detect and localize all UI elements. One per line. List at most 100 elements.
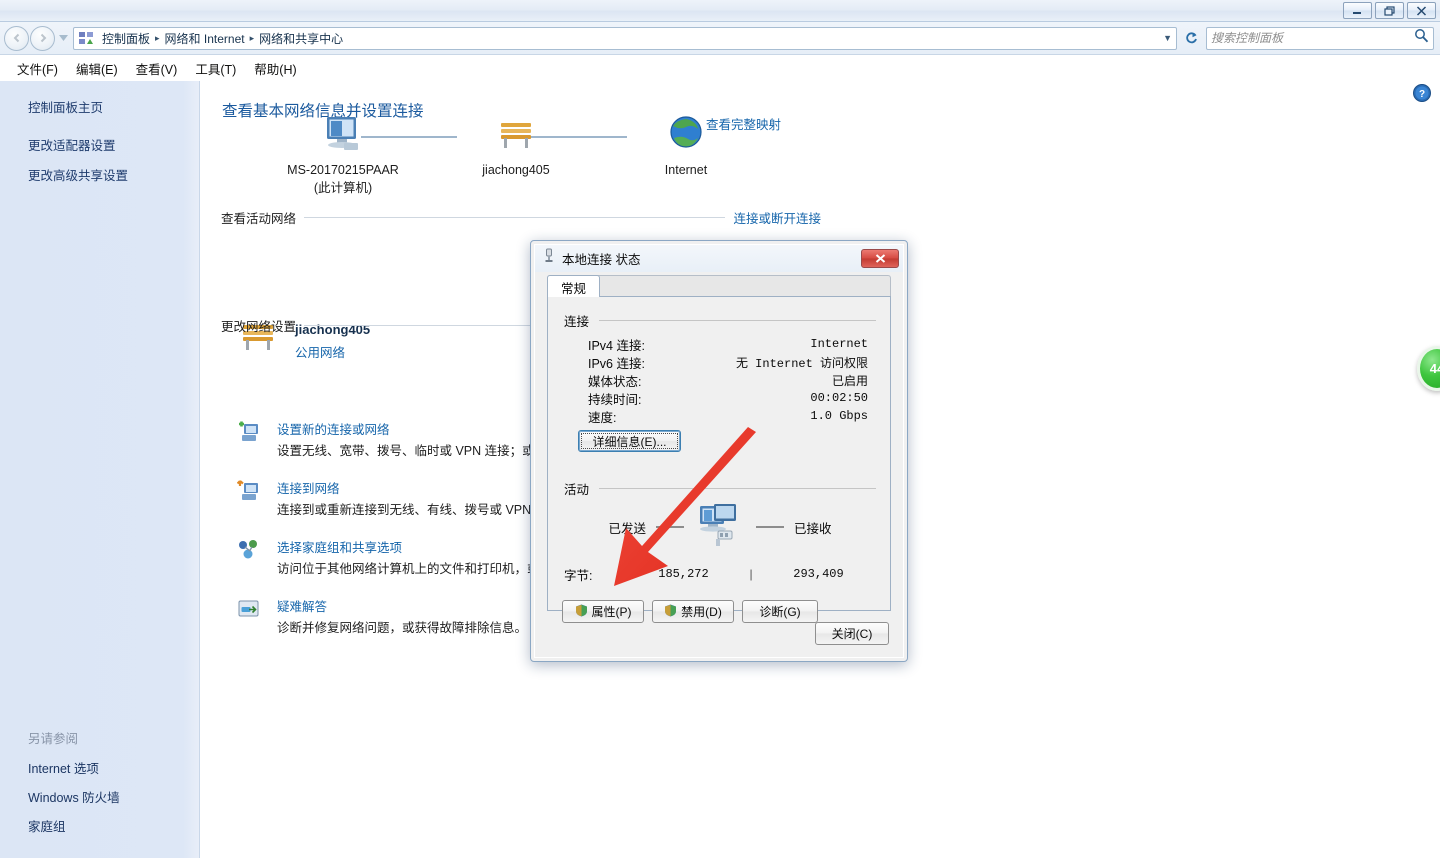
connection-group-header: 连接 [564,311,876,330]
change-settings-title: 更改网络设置 [221,320,297,334]
svg-text:?: ? [1419,89,1425,100]
search-box[interactable] [1206,26,1434,50]
refresh-button[interactable] [1180,27,1202,50]
breadcrumb[interactable]: 控制面板 ▸ 网络和 Internet ▸ 网络和共享中心 ▼ [73,26,1177,50]
breadcrumb-item-2[interactable]: 网络和共享中心 [255,29,347,48]
maximize-button[interactable] [1375,2,1404,19]
breadcrumb-chevron-down-icon[interactable]: ▼ [1163,33,1172,43]
sidebar-item-change-adapter-settings[interactable]: 更改适配器设置 [0,133,200,156]
disable-button[interactable]: 禁用(D) [652,600,734,623]
control-panel-icon [78,31,95,46]
bytes-received-value: 293,409 [793,567,844,581]
map-node-network[interactable]: jiachong405 [436,114,596,177]
bytes-divider: | [749,567,753,581]
field-media-state: 媒体状态: 已启用 [588,371,868,389]
menu-help[interactable]: 帮助(H) [245,56,305,81]
properties-button[interactable]: 属性(P) [562,600,644,623]
list-item-title[interactable]: 连接到网络 [277,478,547,497]
list-item-title[interactable]: 设置新的连接或网络 [277,419,547,438]
active-networks-section-header: 查看活动网络 连接或断开连接 [221,208,821,227]
list-item-title[interactable]: 疑难解答 [277,596,527,615]
nav-buttons [4,25,70,51]
sidebar-item-change-advanced-sharing[interactable]: 更改高级共享设置 [0,163,200,186]
field-ipv4: IPv4 连接: Internet [588,335,868,353]
field-ipv6: IPv6 连接: 无 Internet 访问权限 [588,353,868,371]
field-duration-label: 持续时间: [588,392,642,407]
homegroup-icon [237,537,265,578]
breadcrumb-item-0[interactable]: 控制面板 [98,29,154,48]
computer-icon [327,117,358,150]
field-duration-value: 00:02:50 [810,391,868,405]
field-speed-label: 速度: [588,410,617,425]
sidebar-see-also-title: 另请参阅 [28,732,79,746]
troubleshoot-icon [237,596,265,637]
network-cable-icon [543,248,555,269]
map-node-network-label: jiachong405 [482,163,550,177]
activity-group-header: 活动 [564,479,876,498]
sidebar-item-internet-options[interactable]: Internet 选项 [0,753,200,782]
window-controls [1343,2,1436,19]
properties-button-label: 属性(P) [591,605,632,619]
view-full-map-link[interactable]: 查看完整映射 [706,114,781,133]
list-item-desc: 访问位于其他网络计算机上的文件和打印机，或更 [277,561,553,576]
activity-group-label: 活动 [564,483,590,497]
forward-button[interactable] [30,25,55,51]
sidebar-item-control-panel-home[interactable]: 控制面板主页 [0,95,200,118]
new-connection-icon [237,419,265,460]
close-button[interactable] [1407,2,1436,19]
activity-dash-right [756,526,784,528]
shield-icon [664,604,677,620]
list-item-title[interactable]: 选择家庭组和共享选项 [277,537,552,556]
connect-network-icon [236,478,265,519]
field-media-state-label: 媒体状态: [588,374,642,389]
window-titlebar [0,0,1440,22]
search-input[interactable] [1211,31,1414,45]
map-node-computer-label: MS-20170215PAAR [287,163,399,177]
dialog-tabstrip: 常规 [547,275,891,297]
local-connection-status-dialog: 本地连接 状态 常规 连接 IPv4 连接: Internet IPv6 连接:… [530,240,908,662]
activity-dash-left [656,526,684,528]
address-bar: 控制面板 ▸ 网络和 Internet ▸ 网络和共享中心 ▼ [0,22,1440,55]
network-bench-icon [501,123,531,148]
search-icon [1414,28,1429,48]
dialog-close-icon[interactable] [861,249,899,268]
sidebar-item-windows-firewall[interactable]: Windows 防火墙 [0,782,200,811]
group-rule [599,320,876,321]
sidebar-item-homegroup[interactable]: 家庭组 [0,811,200,840]
map-node-computer[interactable]: MS-20170215PAAR (此计算机) [263,114,423,196]
section-rule [304,217,726,218]
field-ipv4-value: Internet [810,337,868,351]
menu-view[interactable]: 查看(V) [127,56,187,81]
sent-label: 已发送 [608,521,646,536]
map-node-internet-label: Internet [664,163,708,177]
bytes-label: 字节: [564,568,593,583]
connection-group-label: 连接 [564,315,590,329]
field-media-state-value: 已启用 [831,374,868,389]
menu-edit[interactable]: 编辑(E) [67,56,127,81]
help-icon[interactable]: ? [1412,83,1432,108]
globe-icon [670,116,702,148]
field-speed: 速度: 1.0 Gbps [588,407,868,425]
active-networks-title: 查看活动网络 [221,212,297,226]
dialog-titlebar: 本地连接 状态 [535,245,903,272]
menu-file[interactable]: 文件(F) [8,56,67,81]
diagnose-button[interactable]: 诊断(G) [742,600,818,623]
menu-tools[interactable]: 工具(T) [186,56,245,81]
details-button[interactable]: 详细信息(E)... [578,430,681,452]
breadcrumb-item-1[interactable]: 网络和 Internet [161,29,249,48]
connect-disconnect-link[interactable]: 连接或断开连接 [733,208,821,227]
history-dropdown-button[interactable] [56,27,70,49]
active-network-type-link[interactable]: 公用网络 [295,342,370,361]
activity-indicator-row: 已发送 已接收 [564,503,876,549]
received-label: 已接收 [794,521,832,536]
tab-general[interactable]: 常规 [547,275,601,297]
activity-computers-icon [694,502,746,553]
field-speed-value: 1.0 Gbps [810,409,868,423]
back-button[interactable] [4,25,29,51]
minimize-button[interactable] [1343,2,1372,19]
dialog-close-button[interactable]: 关闭(C) [815,622,889,645]
field-ipv6-value: 无 Internet 访问权限 [735,356,868,371]
list-item-desc: 诊断并修复网络问题，或获得故障排除信息。 [277,620,528,635]
list-item-desc: 连接到或重新连接到无线、有线、拨号或 VPN 网 [277,502,548,517]
group-rule [599,488,876,489]
